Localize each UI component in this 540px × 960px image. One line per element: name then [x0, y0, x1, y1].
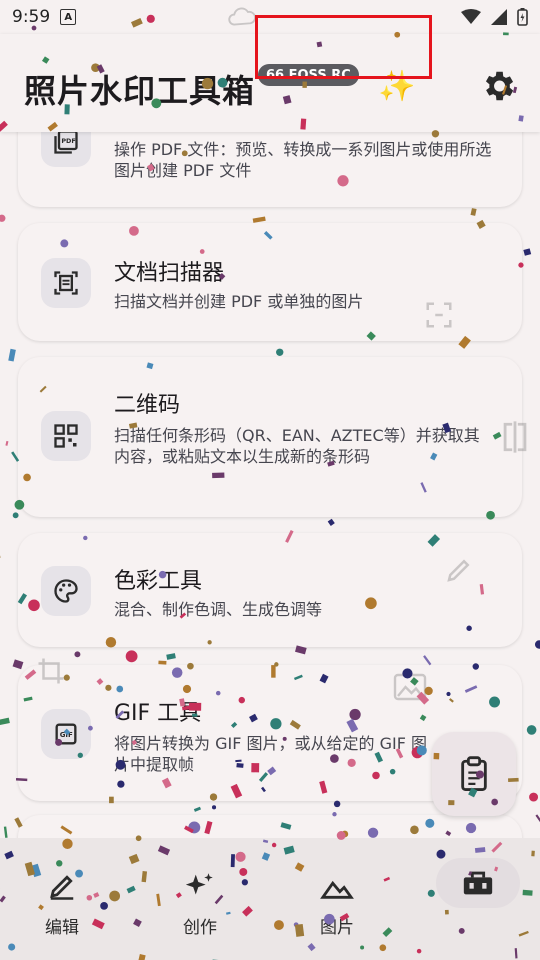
confetti-piece	[327, 518, 335, 526]
edit-icon	[50, 875, 74, 900]
tool-card-title: 二维码	[114, 393, 181, 418]
crop-ghost-icon	[38, 658, 64, 684]
confetti-piece	[470, 208, 477, 216]
tool-card-color-tools[interactable]: 色彩工具 混合、制作色调、生成色调等	[18, 533, 522, 647]
confetti-piece	[535, 814, 540, 826]
palette-icon	[41, 566, 91, 616]
confetti-piece	[5, 440, 9, 446]
wifi-icon	[461, 9, 481, 24]
tool-card-description: 扫描任何条形码（QR、EAN、AZTEC等）并获取其内容，或粘贴文本以生成新的条…	[114, 426, 480, 466]
confetti-piece	[74, 651, 81, 658]
confetti-piece	[125, 650, 138, 663]
gif-icon: GIF	[41, 709, 91, 759]
signal-icon	[491, 9, 507, 25]
nav-label: 编辑	[45, 918, 79, 938]
create-sparkle-icon	[185, 873, 213, 895]
paste-fab[interactable]	[432, 732, 516, 816]
settings-button[interactable]	[476, 64, 520, 108]
nav-label: 图片	[320, 918, 354, 938]
nav-item-edit[interactable]: 编辑	[12, 838, 112, 948]
draw-ghost-icon	[447, 559, 470, 582]
tool-card-qr-code[interactable]: 二维码 扫描任何条形码（QR、EAN、AZTEC等）并获取其内容，或粘贴文本以生…	[18, 357, 522, 517]
confetti-piece	[12, 512, 19, 519]
gear-icon	[485, 71, 514, 101]
confetti-piece	[211, 805, 217, 810]
confetti-piece	[3, 826, 8, 838]
clipboard-icon	[461, 756, 487, 792]
battery-icon	[517, 8, 528, 26]
tool-card-description: 将图片转换为 GIF 图片，或从给定的 GIF 图片中提取帧	[114, 734, 427, 774]
confetti-piece	[166, 653, 176, 660]
tool-card-title: GIF 工具	[114, 701, 202, 726]
tool-card-description: 操作 PDF 文件：预览、转换成一系列图片或使用所选图片创建 PDF 文件	[114, 140, 492, 180]
nav-label: 创作	[183, 918, 217, 938]
confetti-piece	[0, 717, 10, 726]
highlight-box	[255, 15, 432, 79]
image-ghost-icon	[393, 673, 427, 701]
tool-card-title: 色彩工具	[114, 569, 203, 594]
svg-text:PDF: PDF	[61, 137, 75, 145]
image-icon	[320, 880, 354, 899]
confetti-piece	[0, 554, 1, 560]
cloud-ghost-icon	[228, 7, 256, 26]
confetti-piece	[12, 659, 24, 670]
svg-text:GIF: GIF	[60, 731, 73, 739]
status-a-icon: A	[60, 9, 77, 25]
nav-item-create[interactable]: 创作	[150, 838, 250, 948]
confetti-piece	[252, 216, 266, 223]
confetti-piece	[8, 348, 16, 362]
confetti-piece	[529, 792, 539, 802]
document-scanner-icon	[41, 258, 91, 308]
confetti-piece	[526, 725, 537, 735]
toolbox-fab[interactable]	[436, 858, 520, 908]
app-title: 照片水印工具箱	[24, 72, 256, 110]
confetti-piece	[276, 348, 284, 356]
confetti-piece	[523, 248, 532, 256]
confetti-piece	[534, 640, 540, 649]
compare-ghost-icon	[503, 421, 527, 453]
toolbox-icon	[463, 871, 493, 895]
confetti-piece	[158, 660, 167, 665]
tool-card-description: 混合、制作色调、生成色调等	[114, 600, 323, 619]
nav-item-image[interactable]: 图片	[287, 838, 387, 948]
qr-code-icon	[41, 411, 91, 461]
confetti-piece	[333, 800, 341, 808]
tool-card-title: 文档扫描器	[114, 261, 225, 286]
confetti-piece	[0, 214, 6, 222]
confetti-piece	[193, 806, 202, 812]
status-time: 9:59	[12, 7, 51, 27]
confetti-piece	[423, 655, 432, 666]
expand-ghost-icon	[426, 302, 452, 328]
